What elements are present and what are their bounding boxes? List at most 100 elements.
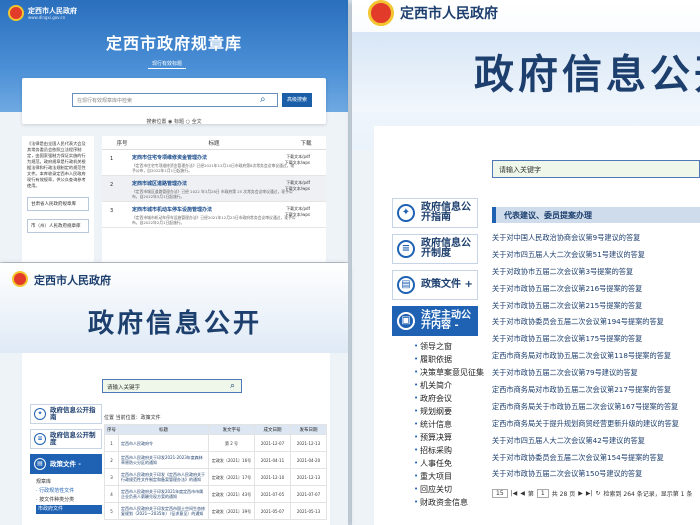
radio-icon[interactable]: ◉ (168, 119, 172, 125)
row-publish-date: 2021-07-07 (290, 485, 327, 503)
submenu-item[interactable]: 预算决算 (414, 431, 484, 444)
page-title: 政府信息公开 (474, 52, 700, 98)
row-written-date: 2021-12-07 (254, 434, 291, 452)
last-page-icon[interactable]: ▶| (586, 490, 593, 497)
list-item[interactable]: 定西市商务局关于市政协五届二次会议第167号提案的答复 (492, 399, 700, 416)
submenu-item[interactable]: 履职依据 (414, 353, 484, 366)
list-item[interactable]: 关于对市政协五届二次会议第216号提案的答复 (492, 281, 700, 298)
submenu-item[interactable]: 统计信息 (414, 418, 484, 431)
record-status: 检索到 264 条记录，显示第 1 条 (603, 491, 693, 498)
submenu-item[interactable]: 政府会议 (414, 392, 484, 405)
submenu-item[interactable]: 财政资金信息 (414, 496, 484, 509)
col-download: 下载 (300, 140, 312, 147)
scope-full-label[interactable]: 全文 (192, 119, 202, 125)
list-item[interactable]: 关于对市四五届人大二次会议第42号建议的答复 (492, 433, 700, 450)
submenu: 规章库 · 行政规范性文件 · 按文件种类分类 市政府文件 (36, 478, 102, 514)
row-publish-date: 2021-04-20 (290, 451, 327, 469)
list-item[interactable]: 关于对市政协委员会五届二次会议第194号提案的答复 (492, 314, 700, 331)
table-row[interactable]: 3 定西市人民政府关于印发《定西市人民政府关于行政规范性文件制定和备案管理办法》的… (104, 468, 327, 486)
list-item[interactable]: 关于对中国人民政治协商会议第9号建议的答复 (492, 230, 700, 247)
download-wps-link[interactable]: 下载文本/wps (285, 186, 310, 192)
sidebar-item-label: 法定主动公开内容 - (421, 310, 471, 331)
sidebar-item-policy[interactable]: ▤ 政策文件 + (392, 270, 478, 300)
row-title-link[interactable]: 定西市人民政府关于印发定西市国土空间生态修复规划（2021—2035年）（征求意… (118, 502, 209, 520)
row-title-link[interactable]: 定西市城市机动车停车设施管理办法 (132, 206, 296, 213)
search-input[interactable]: 请输入关键字 (102, 379, 242, 393)
sidebar-item-guide[interactable]: ✦ 政府信息公开指南 (392, 198, 478, 228)
submenu-item[interactable]: 规划纲要 (414, 405, 484, 418)
list-item[interactable]: 定西市商务局对市政协五届二次会议第118号提案的答复 (492, 348, 700, 365)
table-row[interactable]: 4 定西市人民政府关于印发2021年度定西市市属企业负责人薪酬兑现方案的通知 定政发… (104, 485, 327, 503)
list-item[interactable]: 关于对市政协五届二次会议第150号建议的答复 (492, 466, 700, 483)
document-icon: ▤ (34, 458, 46, 470)
submenu-item[interactable]: · 按文件种类分类 (36, 496, 102, 505)
search-input[interactable]: 在现行有效规章库中检索 (72, 93, 278, 107)
sidebar-item-system[interactable]: ≡ 政府信息公开制度 (392, 234, 478, 264)
row-title-link[interactable]: 定西市人民政府关于印发《定西市人民政府关于行政规范性文件制定和备案管理办法》的通… (118, 468, 209, 486)
submenu-item[interactable]: 决策草案意见征集 (414, 366, 484, 379)
sidebar-item-statutory[interactable]: ▣ 法定主动公开内容 - (392, 306, 478, 336)
radio-icon[interactable]: ○ (186, 119, 190, 125)
list-item[interactable]: 关于对市政协五届二次会议第215号提案的答复 (492, 298, 700, 315)
regulation-library-panel: 定西市人民政府 www.dingxi.gov.cn 定西市政府规章库 现行有效标… (0, 0, 348, 262)
row-title-link[interactable]: 定西市人民政府关于印发2021-2023年度森林草原防火分区的通知 (118, 451, 209, 469)
link-list: 代表建议、委员提案办理 关于对中国人民政治协商会议第9号建议的答复 关于对市四五… (492, 207, 700, 483)
prev-page-icon[interactable]: ◀ (520, 490, 525, 497)
submenu-item[interactable]: 回应关切 (414, 483, 484, 496)
submenu-item[interactable]: 机关简介 (414, 379, 484, 392)
search-input[interactable]: 请输入关键字 (492, 160, 700, 178)
search-icon[interactable]: ⌕ (260, 94, 274, 106)
refresh-icon[interactable]: ↻ (595, 490, 600, 497)
list-item[interactable]: 关于对市政协五届二次会议第79号建议的答复 (492, 365, 700, 382)
province-library-button[interactable]: 甘肃省人民政府规章库 (27, 197, 89, 211)
submenu-item[interactable]: 规章库 (36, 478, 102, 487)
row-number: 3 (110, 208, 114, 214)
list-item[interactable]: 关于对市政协五届二次会议第175号提案的答复 (492, 331, 700, 348)
col-written-date: 成文日期 (254, 424, 291, 435)
search-icon[interactable]: ⌕ (230, 379, 235, 393)
row-doc-no: 定政发〔2021〕43号 (208, 485, 255, 503)
next-page-icon[interactable]: ▶ (578, 490, 583, 497)
table-row[interactable]: 5 定西市人民政府关于印发定西市国土空间生态修复规划（2021—2035年）（征求… (104, 502, 327, 520)
site-name[interactable]: 定西市人民政府 (400, 3, 498, 23)
submenu-item[interactable]: 重大项目 (414, 470, 484, 483)
submenu-item[interactable]: 人事任免 (414, 457, 484, 470)
list-item[interactable]: 定西市商务局对市政协五届二次会议第217号提案的答复 (492, 382, 700, 399)
row-title-link[interactable]: 定西市人民政府关于印发2021年度定西市市属企业负责人薪酬兑现方案的通知 (118, 485, 209, 503)
table-row[interactable]: 1 定西市人民政府令第 2 号 2021-12-07 2021-12-13 (104, 434, 327, 452)
submenu-item[interactable]: · 行政规范性文件 (36, 487, 102, 496)
download-wps-link[interactable]: 下载文本/wps (285, 160, 310, 166)
page-size-select[interactable]: 15 (492, 489, 508, 498)
page-input[interactable]: 1 (536, 489, 549, 498)
section-title: 代表建议、委员提案办理 (492, 207, 700, 223)
row-title-link[interactable]: 定西市城区道路管理办法 (132, 180, 296, 187)
list-item[interactable]: 定西市商务局关于提升规划商贸经营更新升级的建议的答复 (492, 416, 700, 433)
submenu-item[interactable]: 市政府文件 (36, 505, 102, 514)
download-wps-link[interactable]: 下载文本/wps (285, 212, 310, 218)
row-number: 2 (110, 182, 114, 188)
row-title-link[interactable]: 定西市人民政府令 (118, 434, 209, 452)
sidebar-item-policy[interactable]: ▤ 政策文件 - (30, 454, 102, 474)
city-library-button[interactable]: 市（州）人民政府规章库 (27, 219, 89, 233)
folder-icon: ▣ (397, 312, 415, 330)
site-name[interactable]: 定西市人民政府 (34, 272, 111, 288)
table-row: 2 定西市城区道路管理办法 《定西市城区道路管理办法》已经 2022 年3月26… (102, 176, 326, 202)
list-item[interactable]: 关于对政协市五届二次会议第3号提案的答复 (492, 264, 700, 281)
row-number: 2 (104, 451, 119, 469)
list-icon: ≡ (397, 240, 415, 258)
disclosure-header: 定西市人民政府 政府信息公开 (0, 263, 348, 353)
intro-sidebar: 《法律是由全国人民代表大会及其常务委员会依照立法程序制定，由国家强制力保证实施的… (22, 136, 94, 262)
col-doc-no: 发文字号 (208, 424, 255, 435)
sidebar-item-guide[interactable]: ✦ 政府信息公开指南 (30, 404, 102, 424)
table-row[interactable]: 2 定西市人民政府关于印发2021-2023年度森林草原防火分区的通知 定政发〔20… (104, 451, 327, 469)
scope-title-label[interactable]: 标题 (174, 119, 184, 125)
submenu-item[interactable]: 招标采购 (414, 444, 484, 457)
first-page-icon[interactable]: |◀ (511, 490, 518, 497)
list-item[interactable]: 关于对市四五届人大二次会议第51号建议的答复 (492, 247, 700, 264)
row-title-link[interactable]: 定西市住宅专项维修资金管理办法 (132, 154, 296, 161)
sidebar-item-system[interactable]: ≡ 政府信息公开制度 (30, 429, 102, 449)
list-item[interactable]: 关于对市政协委员会五届二次会议第154号提案的答复 (492, 450, 700, 467)
advanced-search-button[interactable]: 高级搜索 (282, 93, 312, 107)
page-subtitle[interactable]: 现行有效标题 (148, 60, 187, 69)
submenu-item[interactable]: 领导之窗 (414, 340, 484, 353)
